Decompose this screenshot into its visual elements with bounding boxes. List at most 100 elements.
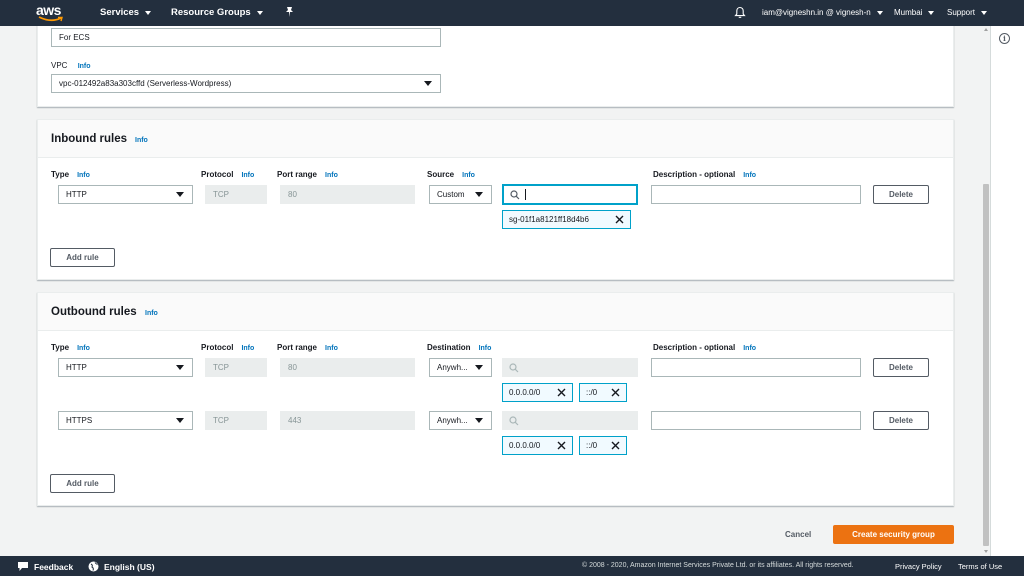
resource-groups-label: Resource Groups [171,7,251,18]
rule-port-range-value: 80 [288,363,297,372]
account-menu[interactable]: iam@vigneshn.in @ vignesh-n [762,8,883,17]
inbound-rule-port-range: 80 [280,185,415,204]
page-scrollbar[interactable] [982,26,990,556]
resource-groups-menu[interactable]: Resource Groups [171,7,263,18]
info-icon[interactable]: i [999,33,1010,44]
caret-down-icon [424,81,432,86]
bell-icon [734,6,746,19]
type-label: Type [51,343,70,352]
search-icon [509,416,519,426]
port-range-info-link[interactable]: Info [325,172,338,179]
inbound-rule-source-search[interactable] [502,184,638,205]
footer-bar: Feedback English (US) © 2008 - 2020, Ama… [0,556,1024,576]
inbound-rules-info-link[interactable]: Info [135,137,148,144]
port-range-column-header: Port range Info [277,170,338,179]
aws-smile-icon [38,16,63,22]
search-icon [509,363,519,373]
privacy-policy-link[interactable]: Privacy Policy [895,562,942,571]
outbound-rule-type-select[interactable]: HTTP [58,358,193,377]
type-label: Type [51,170,70,179]
globe-icon [88,561,99,572]
outbound-rule-protocol: TCP [205,358,267,377]
caret-down-icon [475,365,483,370]
scrollbar-thumb[interactable] [983,184,989,546]
support-label: Support [947,8,976,17]
close-icon[interactable] [610,440,621,451]
inbound-rule-source-select[interactable]: Custom [429,185,492,204]
aws-logo[interactable]: aws [36,2,68,24]
type-info-link[interactable]: Info [77,172,90,179]
destination-info-link[interactable]: Info [479,345,492,352]
outbound-add-rule-button[interactable]: Add rule [50,474,115,493]
close-icon[interactable] [556,440,567,451]
top-navigation-bar: aws Services Resource Groups iam@vignesh… [0,0,1024,26]
inbound-rule-protocol: TCP [205,185,267,204]
rule-destination-type-value: Anywh... [437,416,468,425]
outbound-rules-info-link[interactable]: Info [145,310,158,317]
inbound-delete-rule-button[interactable]: Delete [873,185,929,204]
description-field[interactable]: For ECS [51,28,441,47]
protocol-column-header: Protocol Info [201,170,254,179]
description-value: For ECS [59,33,90,42]
outbound-rule-destination-select[interactable]: Anywh... [429,358,492,377]
language-selector[interactable]: English (US) [88,561,155,572]
outbound-rule-description-input[interactable] [651,358,861,377]
source-info-link[interactable]: Info [462,172,475,179]
region-label: Mumbai [894,8,923,17]
feedback-label: Feedback [34,561,74,572]
outbound-delete-rule-button[interactable]: Delete [873,358,929,377]
vpc-select[interactable]: vpc-012492a83a303cffd (Serverless-Wordpr… [51,74,441,93]
speech-bubble-icon [18,562,28,571]
close-icon[interactable] [556,387,567,398]
inbound-rules-title: Inbound rules [51,133,128,145]
inbound-add-rule-button[interactable]: Add rule [50,248,115,267]
caret-down-icon [176,418,184,423]
caret-down-icon [176,192,184,197]
close-icon[interactable] [610,387,621,398]
region-menu[interactable]: Mumbai [894,8,935,17]
rule-type-value: HTTPS [66,416,93,425]
language-label: English (US) [104,561,155,572]
port-range-info-link[interactable]: Info [325,345,338,352]
description-info-link[interactable]: Info [743,345,756,352]
outbound-rule-port-range: 443 [280,411,415,430]
destination-token: 0.0.0.0/0 [502,383,573,402]
chevron-down-icon [256,10,263,15]
caret-down-icon [176,365,184,370]
type-info-link[interactable]: Info [77,345,90,352]
outbound-rules-header: Outbound rules Info [38,293,953,331]
support-menu[interactable]: Support [947,8,988,17]
pin-button[interactable] [284,6,295,18]
notifications-button[interactable] [734,6,746,19]
close-icon[interactable] [614,214,625,225]
outbound-rule-description-input[interactable] [651,411,861,430]
terms-of-use-link[interactable]: Terms of Use [958,562,1002,571]
inbound-rule-description-input[interactable] [651,185,861,204]
outbound-delete-rule-button[interactable]: Delete [873,411,929,430]
inbound-rule-type-select[interactable]: HTTP [58,185,193,204]
chevron-down-icon [876,10,883,15]
services-menu[interactable]: Services [100,7,152,18]
services-label: Services [100,7,140,18]
scroll-down-arrow-icon[interactable] [984,550,988,553]
vpc-info-link[interactable]: Info [78,63,91,70]
scroll-up-arrow-icon[interactable] [984,28,988,31]
main-content: For ECS VPC Info vpc-012492a83a303cffd (… [0,26,990,556]
vpc-label: VPC [51,61,68,70]
inbound-rules-header: Inbound rules Info [38,120,953,158]
outbound-rule-type-select[interactable]: HTTPS [58,411,193,430]
create-security-group-button[interactable]: Create security group [833,525,954,544]
source-column-header: Source Info [427,170,475,179]
source-label: Source [427,170,455,179]
protocol-info-link[interactable]: Info [241,172,254,179]
cancel-label: Cancel [785,530,812,539]
cancel-button[interactable]: Cancel [785,530,811,539]
delete-label: Delete [888,190,913,199]
vpc-label-row: VPC Info [51,61,91,70]
protocol-info-link[interactable]: Info [241,345,254,352]
description-info-link[interactable]: Info [743,172,756,179]
help-panel-rail: i [990,26,1024,556]
copyright-text: © 2008 - 2020, Amazon Internet Services … [582,562,854,569]
feedback-button[interactable]: Feedback [17,561,73,572]
outbound-rule-destination-select[interactable]: Anywh... [429,411,492,430]
